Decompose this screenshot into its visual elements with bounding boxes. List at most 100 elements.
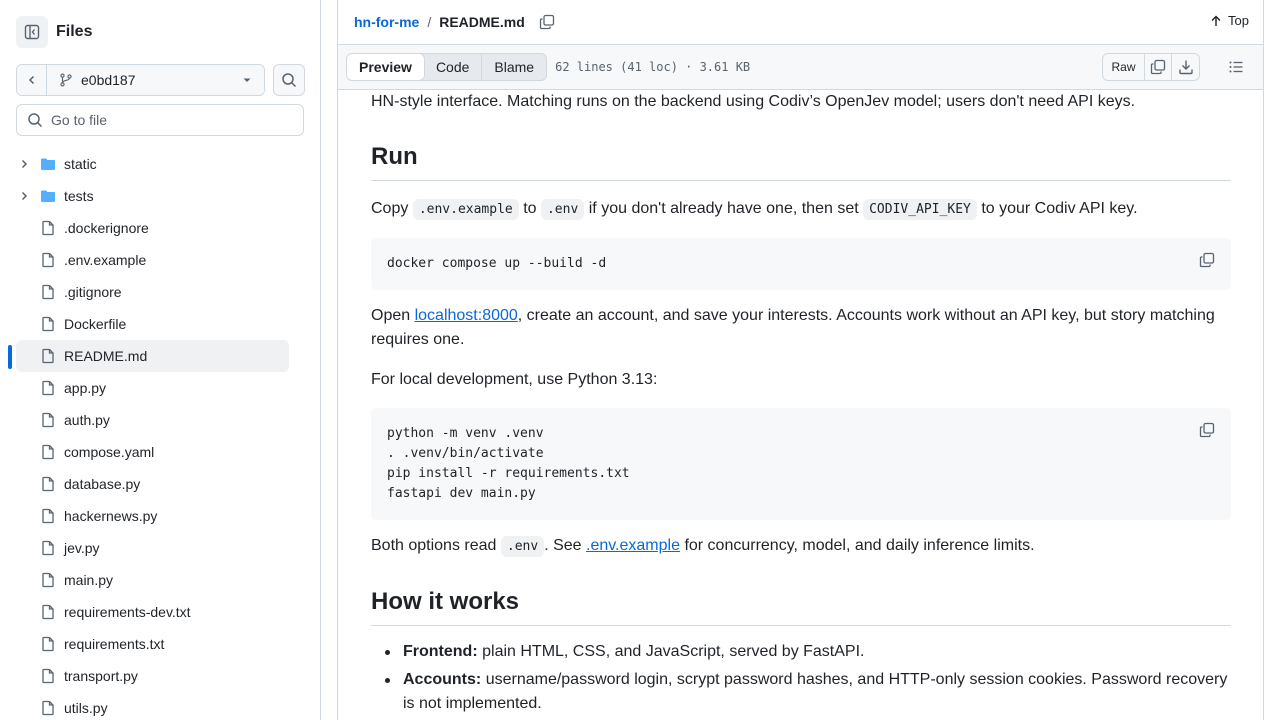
tree-file[interactable]: transport.py	[16, 660, 289, 692]
view-tabs: Preview Code Blame	[346, 53, 548, 81]
bullet-text: plain HTML, CSS, and JavaScript, served …	[482, 643, 865, 660]
file-tree: static tests .dockerignore .env.example .git…	[16, 148, 289, 720]
tree-file[interactable]: app.py	[16, 372, 289, 404]
both-text-3: for concurrency, model, and daily infere…	[684, 537, 1035, 554]
bullet-text: username/password login, scrypt password…	[403, 671, 1228, 712]
file-icon-wrap	[40, 316, 56, 332]
env-code: .env	[540, 199, 585, 220]
back-to-top-button[interactable]: Top	[1210, 13, 1249, 28]
search-icon	[28, 113, 43, 128]
readme-content: HN-style interface. Matching runs on the…	[371, 90, 1231, 720]
file-sidebar: Files e0bd187 static tests .dockerignore .e…	[0, 0, 321, 720]
search-icon	[282, 73, 297, 88]
copy-code-button[interactable]	[1199, 422, 1215, 445]
tree-item-label: README.md	[64, 348, 148, 364]
copy-raw-button[interactable]	[1145, 54, 1172, 80]
tree-file[interactable]: auth.py	[16, 404, 289, 436]
file-icon	[42, 412, 54, 428]
tree-item-label: jev.py	[64, 540, 100, 556]
breadcrumb-repo-link[interactable]: hn-for-me	[354, 14, 419, 30]
folder-icon	[41, 190, 55, 202]
both-options-paragraph: Both options read .env. See .env.example…	[371, 534, 1231, 559]
tree-file[interactable]: requirements.txt	[16, 628, 289, 660]
tree-item-label: Dockerfile	[64, 316, 127, 332]
file-icon	[42, 380, 54, 396]
copy-code-button[interactable]	[1199, 252, 1215, 275]
branch-dropdown[interactable]: e0bd187	[47, 65, 264, 95]
breadcrumb-separator: /	[427, 14, 432, 30]
tree-item-label: compose.yaml	[64, 444, 155, 460]
file-icon-wrap	[40, 284, 56, 300]
tree-file[interactable]: requirements-dev.txt	[16, 596, 289, 628]
file-header: hn-for-me / README.md Top	[338, 0, 1263, 45]
file-icon	[42, 284, 54, 300]
tree-file[interactable]: README.md	[16, 340, 289, 372]
both-env-code: .env	[500, 536, 545, 557]
tree-item-label: .dockerignore	[64, 220, 149, 236]
localhost-link[interactable]: localhost:8000	[415, 307, 518, 324]
tree-item-label: auth.py	[64, 412, 110, 428]
tree-folder[interactable]: static	[16, 148, 289, 180]
tree-file[interactable]: database.py	[16, 468, 289, 500]
env-example-link[interactable]: .env.example	[586, 537, 680, 554]
folder-icon-wrap	[40, 188, 56, 204]
file-icon	[42, 604, 54, 620]
file-icon-wrap	[40, 668, 56, 684]
file-icon	[42, 316, 54, 332]
tree-item-label: app.py	[64, 380, 107, 396]
tree-file[interactable]: compose.yaml	[16, 436, 289, 468]
branch-row: e0bd187	[16, 64, 305, 96]
tree-file[interactable]: jev.py	[16, 532, 289, 564]
tree-file[interactable]: .env.example	[16, 244, 289, 276]
download-icon	[1178, 60, 1193, 75]
search-files-button[interactable]	[273, 64, 305, 96]
tree-folder[interactable]: tests	[16, 180, 289, 212]
expand-chevron[interactable]	[16, 158, 32, 170]
copy-icon	[1199, 422, 1215, 438]
file-actions: Raw	[1102, 53, 1200, 81]
file-icon	[42, 508, 54, 524]
both-text-2: . See	[544, 537, 582, 554]
tree-file[interactable]: utils.py	[16, 692, 289, 720]
tree-file[interactable]: Dockerfile	[16, 308, 289, 340]
raw-button[interactable]: Raw	[1103, 54, 1145, 80]
file-icon	[42, 572, 54, 588]
arrow-up-icon	[1211, 15, 1221, 26]
file-icon-wrap	[40, 540, 56, 556]
open-text-1: Open	[371, 307, 411, 324]
top-label: Top	[1228, 13, 1249, 28]
copy-text-3: if you don't already have one, then set	[588, 200, 859, 217]
copy-path-button[interactable]	[539, 14, 555, 30]
file-icon	[42, 476, 54, 492]
tree-file[interactable]: .dockerignore	[16, 212, 289, 244]
file-icon-wrap	[40, 444, 56, 460]
tree-file[interactable]: .gitignore	[16, 276, 289, 308]
tree-file[interactable]: main.py	[16, 564, 289, 596]
back-button[interactable]	[17, 65, 47, 95]
go-to-file-field[interactable]	[16, 104, 304, 136]
tab-preview[interactable]: Preview	[347, 54, 425, 80]
file-icon	[42, 540, 54, 556]
collapse-sidebar-button[interactable]	[16, 16, 48, 48]
tab-blame[interactable]: Blame	[482, 54, 546, 80]
api-key-code: CODIV_API_KEY	[863, 199, 977, 220]
copy-text-4: to your Codiv API key.	[981, 200, 1138, 217]
tree-item-label: transport.py	[64, 668, 138, 684]
tab-code[interactable]: Code	[424, 54, 483, 80]
expand-chevron[interactable]	[16, 190, 32, 202]
list-item: Accounts: username/password login, scryp…	[385, 668, 1231, 716]
tree-item-label: tests	[64, 188, 94, 204]
copy-icon	[1150, 59, 1166, 75]
tree-file[interactable]: hackernews.py	[16, 500, 289, 532]
tree-item-label: .env.example	[64, 252, 147, 268]
branch-selector[interactable]: e0bd187	[16, 64, 265, 96]
local-commands: python -m venv .venv . .venv/bin/activat…	[387, 426, 630, 501]
intro-paragraph: HN-style interface. Matching runs on the…	[371, 93, 1136, 110]
docker-command: docker compose up --build -d	[387, 256, 607, 271]
outline-button[interactable]	[1228, 59, 1244, 78]
tree-item-label: main.py	[64, 572, 114, 588]
chevron-right-icon	[21, 191, 28, 201]
list-unordered-icon	[1229, 61, 1243, 73]
go-to-file-input[interactable]	[51, 112, 291, 128]
download-button[interactable]	[1172, 54, 1199, 80]
